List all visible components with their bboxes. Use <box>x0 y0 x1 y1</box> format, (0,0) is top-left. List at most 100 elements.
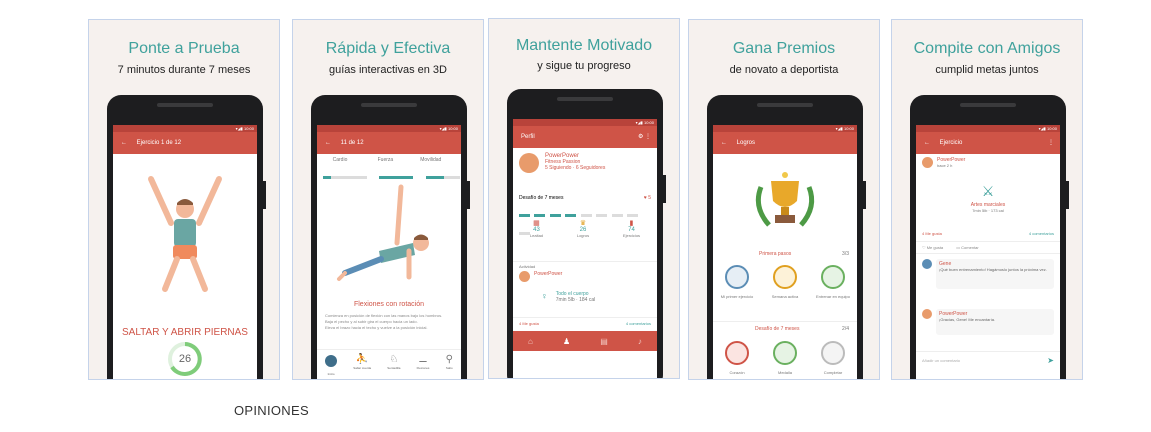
challenge-label: Desafío de 7 meses <box>519 195 564 201</box>
section-desafio: Desafío de 7 meses 2/4 <box>713 321 857 332</box>
phone-mockup: ▾◢▮ 10:00 ← Logros Primera pasos 3/3 Mi … <box>707 95 866 379</box>
exercise-figure <box>317 181 461 297</box>
nav-profile-icon[interactable]: ♟ <box>563 337 570 346</box>
phone-side-button <box>1066 181 1069 209</box>
app-bar-title: Ejercicio <box>939 140 963 146</box>
nav-home-icon[interactable]: ⌂ <box>528 337 533 346</box>
figure-icon: ♀ <box>541 291 548 301</box>
app-bar-title: Logros <box>736 140 756 146</box>
section-label: Desafío de 7 meses <box>755 326 800 332</box>
jumping-jack-figure-icon <box>148 176 222 292</box>
back-arrow-icon[interactable]: ← <box>121 140 127 146</box>
tab-movilidad[interactable]: Movilidad <box>414 157 448 163</box>
card-title: Gana Premios <box>732 40 836 57</box>
comments-link[interactable]: 4 comentarios <box>626 321 651 326</box>
badge-item[interactable]: Entrenar en equipo <box>813 265 853 299</box>
trophy <box>713 167 857 237</box>
phone-mockup: ▾◢▮ 10:00 ← 11 de 12 Cardio Fuerza Movil… <box>311 95 470 379</box>
more-options-icon[interactable]: ⋮ <box>1048 132 1054 154</box>
like-button[interactable]: 4 Me gusta <box>519 321 539 326</box>
martial-arts-icon: ⚔ <box>981 183 995 199</box>
card-subtitle: cumplid metas juntos <box>935 64 1039 76</box>
card-title: Compite con Amigos <box>913 40 1061 57</box>
like-button[interactable]: ♡ Me gusta <box>922 245 943 250</box>
card-title: Ponte a Prueba <box>128 40 240 57</box>
badge-item[interactable]: Medalla <box>765 341 805 375</box>
nav-item-inicio[interactable]: Inicio <box>325 354 338 379</box>
nav-item-salto[interactable]: ⚲ Salto <box>446 354 453 379</box>
activity-actions: 4 Me gusta 4 comentarios <box>513 317 657 326</box>
nav-item-flexiones[interactable]: ⚊ Flexiones <box>417 354 430 379</box>
back-arrow-icon[interactable]: ← <box>924 140 930 146</box>
screenshot-card-1: Ponte a Prueba 7 minutos durante 7 meses… <box>88 19 280 380</box>
comments-count[interactable]: 4 comentarios <box>1029 231 1054 236</box>
app-bar: ← 11 de 12 <box>317 132 461 154</box>
card-subtitle: y sigue tu progreso <box>537 60 631 72</box>
phone-screen: ▾◢▮ 10:00 Perfil ⚙ ⋮ PowerPower Fitness … <box>513 119 657 378</box>
badge-item[interactable]: Mi primer ejercicio <box>717 265 757 299</box>
card-subtitle: guías interactivas en 3D <box>328 64 447 76</box>
status-bar: ▾◢▮ 10:00 <box>317 125 461 132</box>
comment-1: Gene ¡Qué buen entrenamiento! Hagámoslo … <box>922 259 1054 289</box>
phone-side-button <box>863 181 866 209</box>
avatar <box>922 157 933 168</box>
send-icon[interactable]: ➤ <box>1047 357 1054 365</box>
card-title: Mantente Motivado <box>515 37 653 54</box>
avatar <box>922 259 932 269</box>
exercise-name: Flexiones con rotación <box>353 301 425 308</box>
card-subtitle: de novato a deportista <box>729 64 839 76</box>
status-bar: ▾◢▮ 10:00 <box>113 125 257 132</box>
tab-cardio[interactable]: Cardio <box>323 157 357 163</box>
like-count[interactable]: 4 Me gusta <box>922 231 942 236</box>
comment-button[interactable]: ▭ Comentar <box>956 245 978 250</box>
nav-item-cuerda[interactable]: ⛹ Saltar cuerda <box>353 354 371 379</box>
trophy-icon <box>755 172 815 227</box>
badge-item[interactable]: Completar <box>813 341 853 375</box>
badge-item[interactable]: Corazón <box>717 341 757 375</box>
app-bar-title: Perfil <box>521 134 535 140</box>
screenshot-card-3: Mantente Motivado y sigue tu progreso ▾◢… <box>488 18 680 379</box>
section-label: Primera pasos <box>759 251 792 257</box>
exercise-steps: Comienza en posición de flexión con las … <box>317 313 461 331</box>
opiniones-heading[interactable]: OPINIONES <box>234 403 309 418</box>
app-bar: ← Logros <box>713 132 857 154</box>
app-bar: ← Ejercicio ⋮ <box>916 132 1060 154</box>
avatar <box>922 309 932 319</box>
exercise-nav: Inicio ⛹ Saltar cuerda ♘ Sentadilla ⚊ Fl… <box>317 349 461 379</box>
category-tabs: Cardio Fuerza Movilidad <box>317 157 461 163</box>
badge-item[interactable]: Semana activa <box>765 265 805 299</box>
tab-fuerza[interactable]: Fuerza <box>368 157 402 163</box>
status-bar: ▾◢▮ 10:00 <box>916 125 1060 132</box>
phone-mockup: ▾◢▮ 10:00 ← Ejercicio 1 de 12 SALTAR Y A… <box>107 95 266 379</box>
bottom-nav: ⌂ ♟ ▤ ♪ <box>513 331 657 351</box>
phone-speaker <box>960 103 1016 107</box>
timer: 26 <box>113 341 257 377</box>
nav-list-icon[interactable]: ▤ <box>600 337 608 346</box>
profile-follows[interactable]: 5 Siguiendo · 6 Seguidores <box>545 165 657 171</box>
profile-header: PowerPower Fitness Passion 5 Siguiendo ·… <box>519 153 657 173</box>
nav-item-sentadilla[interactable]: ♘ Sentadilla <box>387 354 400 379</box>
comment-input[interactable]: Añadir un comentario ➤ <box>916 351 1060 365</box>
side-plank-figure-icon <box>337 184 429 281</box>
app-bar-title: 11 de 12 <box>340 140 364 146</box>
phone-screen: ▾◢▮ 10:00 ← Ejercicio ⋮ PowerPower hace … <box>916 125 1060 379</box>
post-activity: ⚔ Artes marciales 7min 5lb · 173 cal <box>916 183 1060 213</box>
activity-post: PowerPower <box>519 271 657 282</box>
badges-row-2: Corazón Medalla Completar <box>713 341 857 375</box>
activity-user: PowerPower <box>534 271 563 277</box>
card-subtitle: 7 minutos durante 7 meses <box>117 64 251 76</box>
phone-speaker <box>757 103 813 107</box>
nav-notifications-icon[interactable]: ♪ <box>638 337 642 346</box>
screenshot-card-5: Compite con Amigos cumplid metas juntos … <box>891 19 1083 380</box>
exercise-figure <box>113 173 257 295</box>
screenshot-card-2: Rápida y Efectiva guías interactivas en … <box>292 19 484 380</box>
back-arrow-icon[interactable]: ← <box>325 140 331 146</box>
phone-speaker <box>361 103 417 107</box>
activity-detail: ♀ Todo el cuerpo 7min 5lb · 184 cal <box>541 291 596 303</box>
post-time: hace 2 h <box>937 163 953 168</box>
settings-icon[interactable]: ⚙ ⋮ <box>638 126 651 148</box>
back-arrow-icon[interactable]: ← <box>721 140 727 146</box>
post-header: PowerPower hace 2 h <box>922 157 1060 168</box>
phone-side-button <box>467 181 470 209</box>
section-count: 3/3 <box>842 251 849 257</box>
